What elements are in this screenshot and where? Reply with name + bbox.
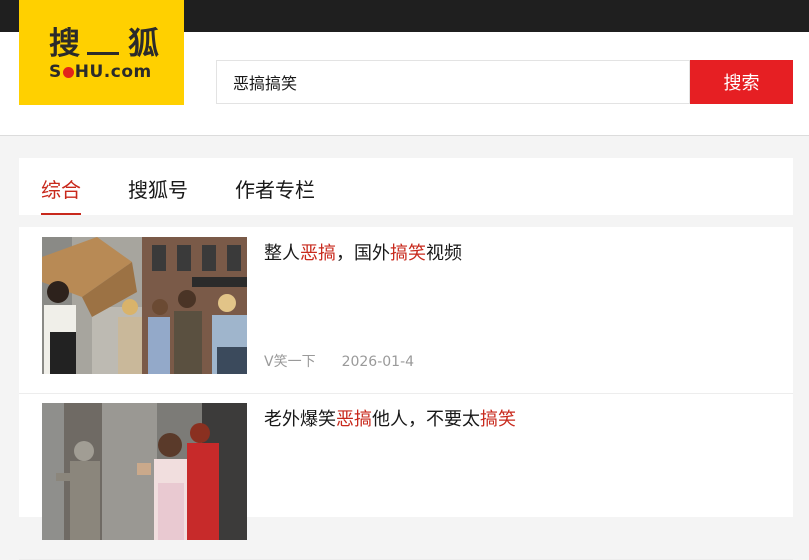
list-item[interactable]: 整人恶搞，国外搞笑视频 V笑一下 2026-01-4 [19, 227, 793, 394]
logo-char-left: 搜 [49, 25, 80, 62]
result-thumbnail[interactable] [42, 237, 247, 374]
logo-underline [87, 52, 119, 55]
title-highlight: 搞笑 [390, 243, 426, 264]
result-thumbnail[interactable] [42, 403, 247, 540]
street-prank-image [42, 237, 247, 374]
list-item[interactable]: 老外爆笑恶搞他人，不要太搞笑 [19, 393, 793, 560]
search-button[interactable]: 搜索 [690, 60, 793, 104]
title-text: 他人，不要太 [372, 409, 480, 430]
tab-comprehensive[interactable]: 综合 [41, 174, 81, 215]
title-highlight: 搞笑 [480, 409, 516, 430]
statue-prank-image [42, 403, 247, 540]
result-meta: V笑一下 2026-01-4 [264, 351, 414, 371]
result-tabs: 综合 搜狐号 作者专栏 [19, 158, 793, 215]
logo-en-prefix: S [49, 62, 62, 82]
sohu-logo[interactable]: 搜 狐 S HU.com [19, 0, 184, 105]
title-text: 视频 [426, 243, 462, 264]
title-text: ，国外 [336, 243, 390, 264]
result-date: 2026-01-4 [341, 354, 415, 370]
result-title[interactable]: 整人恶搞，国外搞笑视频 [264, 239, 462, 265]
title-text: 老外爆笑 [264, 409, 336, 430]
logo-dot-icon [62, 67, 74, 78]
results-list: 整人恶搞，国外搞笑视频 V笑一下 2026-01-4 老外爆笑恶搞他人，不要太搞… [19, 227, 793, 560]
tab-author-column[interactable]: 作者专栏 [235, 174, 315, 203]
search-input[interactable] [216, 60, 690, 104]
logo-en-suffix: HU.com [74, 62, 152, 82]
title-text: 整人 [264, 243, 300, 264]
title-highlight: 恶搞 [336, 409, 372, 430]
logo-english: S HU.com [49, 62, 177, 82]
result-author[interactable]: V笑一下 [264, 354, 316, 370]
logo-char-right: 狐 [128, 25, 159, 62]
tab-sohu-account[interactable]: 搜狐号 [128, 174, 188, 203]
title-highlight: 恶搞 [300, 243, 336, 264]
header: 搜 狐 S HU.com 搜索 [0, 0, 809, 136]
result-title[interactable]: 老外爆笑恶搞他人，不要太搞笑 [264, 405, 516, 431]
